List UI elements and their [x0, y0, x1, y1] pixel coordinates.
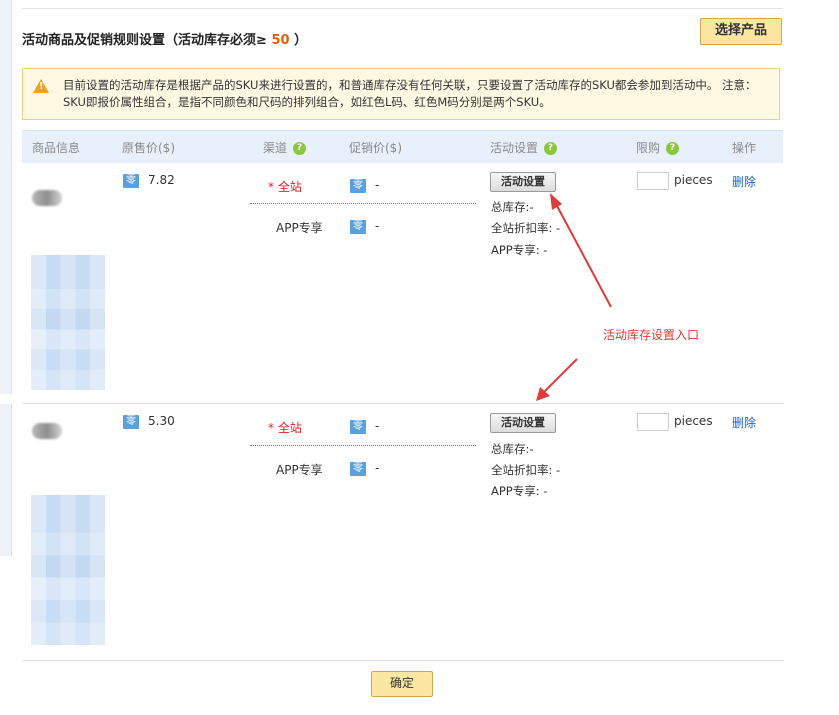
- confirm-button[interactable]: 确定: [371, 671, 433, 697]
- annotation-arrows: [536, 193, 612, 401]
- annotation-arrow-down: [543, 358, 578, 393]
- arrow-head-icon: [550, 193, 562, 210]
- annotation-arrow-up: [555, 203, 612, 308]
- annotation-label: 活动库存设置入口: [603, 328, 700, 342]
